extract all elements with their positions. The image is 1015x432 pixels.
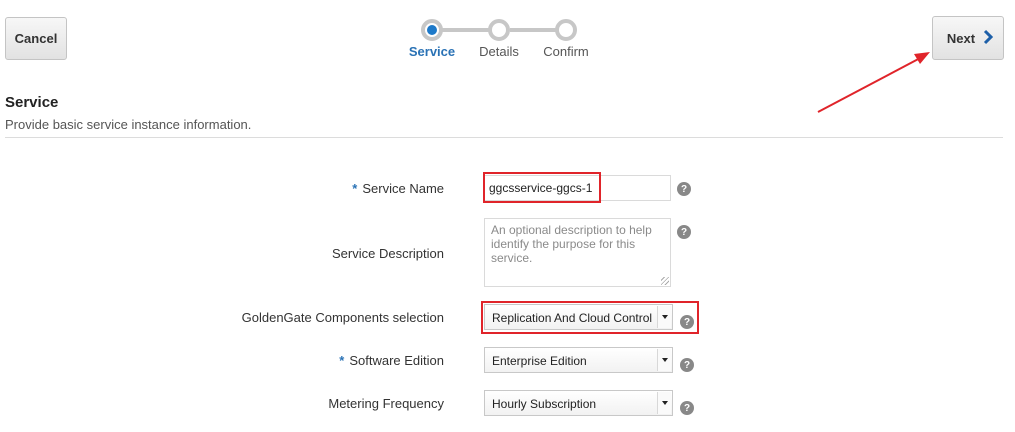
service-name-label: * Service Name bbox=[352, 181, 444, 196]
section-divider bbox=[5, 137, 1003, 138]
step-details-label[interactable]: Details bbox=[479, 44, 519, 59]
service-description-placeholder: An optional description to help identify… bbox=[491, 223, 652, 265]
service-name-input[interactable]: ggcsservice-ggcs-1 bbox=[484, 175, 671, 201]
required-marker: * bbox=[339, 353, 345, 368]
components-label: GoldenGate Components selection bbox=[241, 310, 444, 325]
dropdown-caret-icon bbox=[657, 349, 671, 371]
help-icon[interactable]: ? bbox=[680, 315, 694, 329]
step-train: Service Details Confirm bbox=[400, 14, 600, 64]
step-service-label[interactable]: Service bbox=[409, 44, 455, 59]
metering-frequency-label: Metering Frequency bbox=[328, 396, 444, 411]
help-icon[interactable]: ? bbox=[677, 225, 691, 239]
dropdown-caret-icon bbox=[657, 392, 671, 414]
software-edition-value: Enterprise Edition bbox=[492, 354, 587, 368]
service-description-label: Service Description bbox=[332, 246, 444, 261]
software-edition-label: * Software Edition bbox=[339, 353, 444, 368]
dropdown-caret-icon bbox=[657, 306, 671, 328]
resize-handle-icon[interactable] bbox=[661, 277, 669, 285]
step-service-marker[interactable] bbox=[421, 19, 443, 41]
section-description: Provide basic service instance informati… bbox=[5, 117, 252, 132]
help-icon[interactable]: ? bbox=[680, 401, 694, 415]
next-button-label: Next bbox=[946, 30, 976, 46]
components-select[interactable]: Replication And Cloud Control bbox=[484, 304, 673, 330]
software-edition-select[interactable]: Enterprise Edition bbox=[484, 347, 673, 373]
chevron-right-icon bbox=[983, 29, 994, 48]
help-icon[interactable]: ? bbox=[677, 182, 691, 196]
step-confirm-marker[interactable] bbox=[555, 19, 577, 41]
next-button[interactable]: Next bbox=[932, 16, 1004, 60]
service-description-field[interactable]: An optional description to help identify… bbox=[484, 218, 671, 287]
step-details-marker[interactable] bbox=[488, 19, 510, 41]
metering-frequency-select[interactable]: Hourly Subscription bbox=[484, 390, 673, 416]
cancel-button[interactable]: Cancel bbox=[5, 17, 67, 60]
step-confirm-label[interactable]: Confirm bbox=[543, 44, 589, 59]
components-value: Replication And Cloud Control bbox=[492, 311, 653, 325]
cancel-button-label: Cancel bbox=[14, 31, 58, 46]
required-marker: * bbox=[352, 181, 358, 196]
metering-frequency-value: Hourly Subscription bbox=[492, 397, 597, 411]
help-icon[interactable]: ? bbox=[680, 358, 694, 372]
section-title: Service bbox=[5, 94, 59, 111]
